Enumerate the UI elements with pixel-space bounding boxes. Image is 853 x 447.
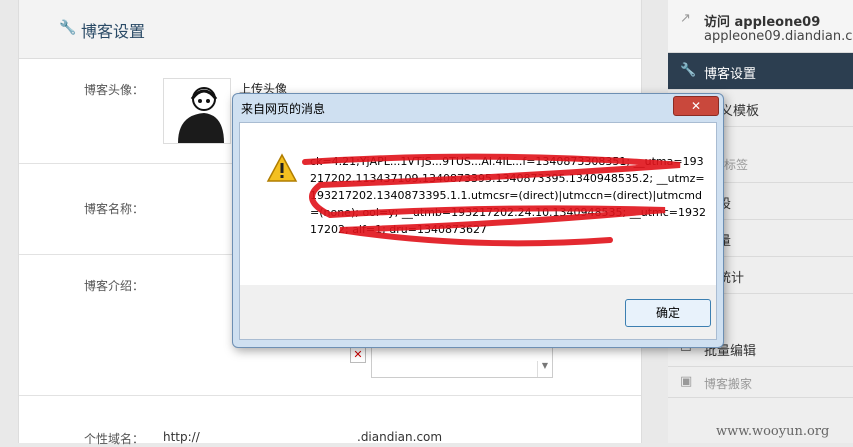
watermark: www.wooyun.org (716, 424, 830, 439)
external-link-icon: ↗ (680, 11, 691, 26)
domain-label: 个性域名： (84, 432, 145, 446)
chevron-down-icon[interactable]: ▼ (537, 361, 552, 377)
name-label: 博客名称： (84, 202, 145, 216)
wrench-icon: 🔧 (59, 20, 77, 36)
alert-dialog: 来自网页的消息 ✕ ck=4.21;YjAPL...1VTjS...9TUS..… (232, 93, 724, 348)
visit-url: appleone09.diandian.com (704, 29, 853, 44)
sidebar-item-label: 博客搬家 (704, 377, 753, 391)
domain-row: 个性域名： (19, 396, 641, 446)
page-title: 博客设置 (81, 22, 146, 41)
visit-blog-link[interactable]: ↗ 访问 appleone09 appleone09.diandian.com (668, 0, 853, 53)
visit-title: 访问 appleone09 (704, 15, 821, 30)
checkbox-x-icon[interactable]: ✕ (350, 347, 366, 363)
sidebar-item-migrate[interactable]: ▣ 博客搬家 (668, 367, 853, 398)
dialog-message: ck=4.21;YjAPL...1VTjS...9TUS...Al.4IL...… (310, 155, 707, 236)
sidebar-item-blog-settings[interactable]: 🔧 博客设置 (668, 53, 853, 90)
avatar[interactable] (163, 78, 231, 144)
intro-label: 博客介绍： (84, 279, 145, 293)
wrench-icon: 🔧 (680, 63, 697, 78)
dialog-title: 来自网页的消息 (241, 102, 326, 116)
close-button[interactable]: ✕ (673, 96, 719, 116)
briefcase-icon: ▣ (680, 374, 693, 389)
sidebar-item-label: 标签 (724, 158, 749, 172)
warning-icon (266, 153, 298, 182)
sidebar-item-label: 义模板 (720, 104, 760, 119)
avatar-label: 博客头像： (84, 83, 145, 97)
sidebar-item-label: 博客设置 (704, 67, 757, 82)
ok-button[interactable]: 确定 (625, 299, 711, 327)
domain-suffix: .diandian.com (357, 430, 443, 444)
panel-header: 🔧 博客设置 (19, 0, 641, 59)
dialog-body: ck=4.21;YjAPL...1VTjS...9TUS...Al.4IL...… (239, 122, 717, 286)
select-box[interactable]: ✕ ▼ (350, 346, 553, 378)
domain-prefix: http:// (163, 430, 200, 444)
avatar-image (164, 79, 230, 143)
